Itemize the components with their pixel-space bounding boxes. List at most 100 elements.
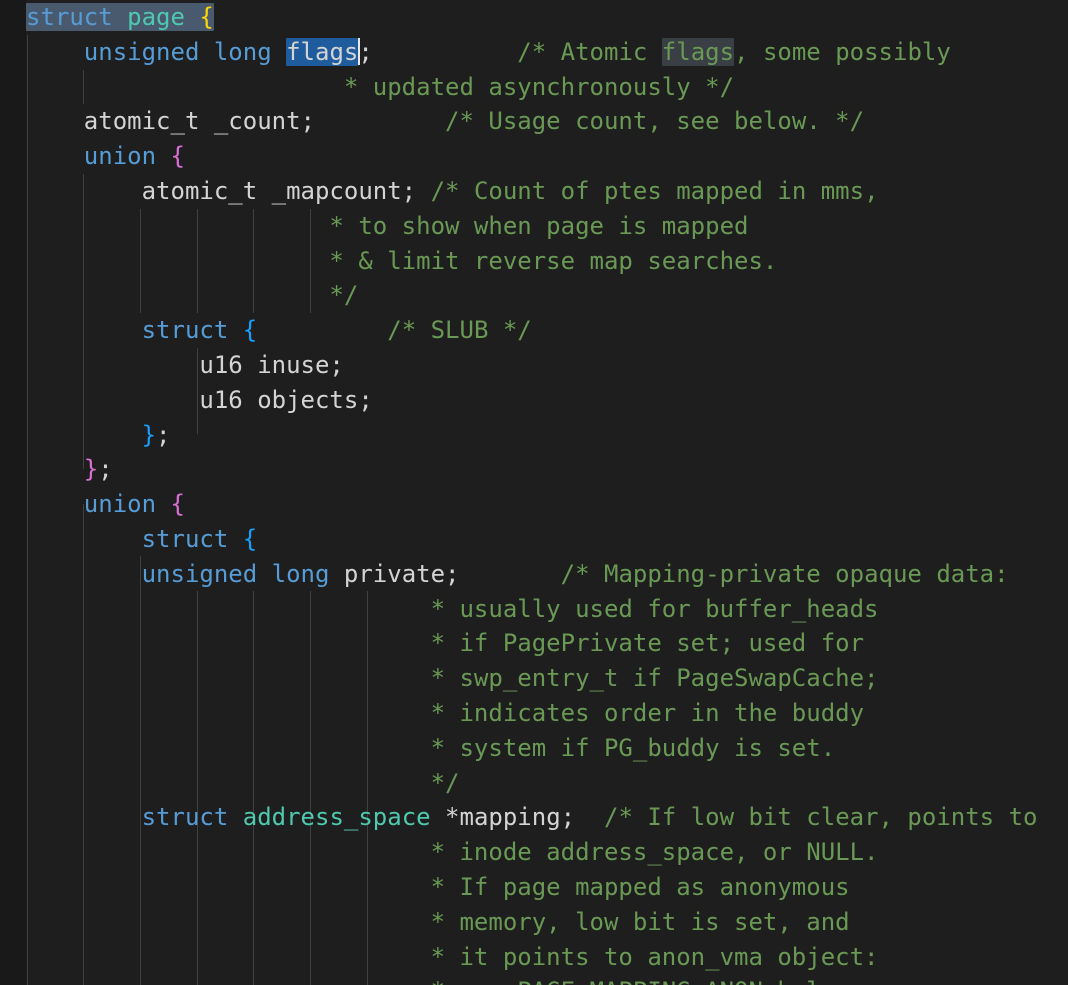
code-token: /* Usage count, see below. */ bbox=[445, 107, 865, 136]
code-token: * to show when page is mapped bbox=[26, 211, 749, 240]
code-token: struct bbox=[141, 803, 229, 832]
code-token: { bbox=[199, 3, 214, 31]
code-token: ; bbox=[156, 420, 171, 449]
code-line[interactable]: * system if PG_buddy is set. bbox=[0, 731, 1068, 766]
editor-gutter bbox=[0, 0, 26, 985]
code-token: union bbox=[83, 490, 157, 519]
occurrence-highlight: flags bbox=[661, 37, 735, 66]
code-token: long bbox=[271, 559, 330, 588]
code-line[interactable]: * indicates order in the buddy bbox=[0, 696, 1068, 731]
code-token: /* If low bit clear, points to bbox=[604, 803, 1038, 832]
code-line[interactable]: union { bbox=[0, 487, 1068, 522]
code-token: /* Atomic bbox=[517, 37, 662, 66]
code-token: atomic_t _count; bbox=[83, 107, 315, 136]
code-line[interactable]: atomic_t _mapcount; /* Count of ptes map… bbox=[0, 174, 1068, 209]
code-line[interactable]: struct address_space *mapping; /* If low… bbox=[0, 800, 1068, 835]
code-line[interactable]: unsigned long private; /* Mapping-privat… bbox=[0, 557, 1068, 592]
code-token: { bbox=[170, 142, 185, 171]
code-token: , some possibly bbox=[734, 37, 951, 66]
code-line[interactable]: */ bbox=[0, 766, 1068, 801]
code-line[interactable]: union { bbox=[0, 139, 1068, 174]
code-line[interactable]: * if PagePrivate set; used for bbox=[0, 626, 1068, 661]
code-token: * swp_entry_t if PageSwapCache; bbox=[26, 664, 879, 693]
code-token: * usually used for buffer_heads bbox=[26, 594, 879, 623]
code-token: * see PAGE_MAPPING_ANON below bbox=[26, 977, 850, 985]
selected-word: flags bbox=[286, 37, 359, 66]
code-line[interactable]: * to show when page is mapped bbox=[0, 209, 1068, 244]
code-editor[interactable]: struct page { unsigned long flags; /* At… bbox=[0, 0, 1068, 985]
code-token: unsigned bbox=[141, 559, 258, 588]
code-line[interactable]: * see PAGE_MAPPING_ANON below bbox=[0, 974, 1068, 985]
code-line[interactable]: struct { /* SLUB */ bbox=[0, 313, 1068, 348]
code-line[interactable]: * usually used for buffer_heads bbox=[0, 592, 1068, 627]
code-token: } bbox=[83, 455, 99, 484]
code-token: * & limit reverse map searches. bbox=[26, 246, 778, 275]
code-token: { bbox=[170, 490, 185, 519]
code-token: struct bbox=[141, 316, 229, 345]
code-token: * indicates order in the buddy bbox=[26, 698, 865, 727]
code-line[interactable]: struct page { bbox=[0, 0, 1068, 35]
code-line[interactable]: * updated asynchronously */ bbox=[0, 70, 1068, 105]
line-selection-highlight: struct page { bbox=[26, 3, 214, 31]
code-line[interactable]: u16 objects; bbox=[0, 383, 1068, 418]
code-line[interactable]: */ bbox=[0, 278, 1068, 313]
code-token: struct bbox=[26, 3, 113, 31]
code-token: page bbox=[127, 3, 185, 31]
code-line[interactable]: * swp_entry_t if PageSwapCache; bbox=[0, 661, 1068, 696]
code-line[interactable]: * & limit reverse map searches. bbox=[0, 244, 1068, 279]
code-token: struct bbox=[141, 524, 229, 553]
code-line[interactable]: atomic_t _count; /* Usage count, see bel… bbox=[0, 104, 1068, 139]
code-token: { bbox=[242, 316, 258, 345]
code-line[interactable]: * inode address_space, or NULL. bbox=[0, 835, 1068, 870]
code-line[interactable]: u16 inuse; bbox=[0, 348, 1068, 383]
code-token: { bbox=[242, 524, 258, 553]
code-token: * inode address_space, or NULL. bbox=[26, 838, 879, 867]
code-token: long bbox=[213, 37, 272, 66]
code-token: atomic_t _mapcount; bbox=[141, 176, 417, 205]
code-token: unsigned bbox=[83, 37, 200, 66]
code-token: union bbox=[83, 142, 157, 171]
code-token: } bbox=[141, 420, 157, 449]
code-line[interactable]: unsigned long flags; /* Atomic flags, so… bbox=[0, 35, 1068, 70]
code-token: */ bbox=[26, 768, 460, 797]
code-line[interactable]: * it points to anon_vma object: bbox=[0, 940, 1068, 975]
code-line[interactable]: }; bbox=[0, 452, 1068, 487]
code-line[interactable]: * memory, low bit is set, and bbox=[0, 905, 1068, 940]
code-token: * system if PG_buddy is set. bbox=[26, 733, 836, 762]
code-token: *mapping; bbox=[430, 803, 576, 832]
code-line[interactable]: struct { bbox=[0, 522, 1068, 557]
code-token: ; bbox=[98, 455, 113, 484]
code-line[interactable]: * If page mapped as anonymous bbox=[0, 870, 1068, 905]
code-token: u16 objects; bbox=[26, 385, 373, 414]
code-line[interactable]: }; bbox=[0, 418, 1068, 453]
code-token: u16 inuse; bbox=[26, 350, 344, 379]
code-content[interactable]: struct page { unsigned long flags; /* At… bbox=[0, 0, 1068, 985]
code-token: ; bbox=[358, 37, 373, 66]
code-token: * if PagePrivate set; used for bbox=[26, 629, 865, 658]
code-token: /* SLUB */ bbox=[387, 316, 532, 345]
